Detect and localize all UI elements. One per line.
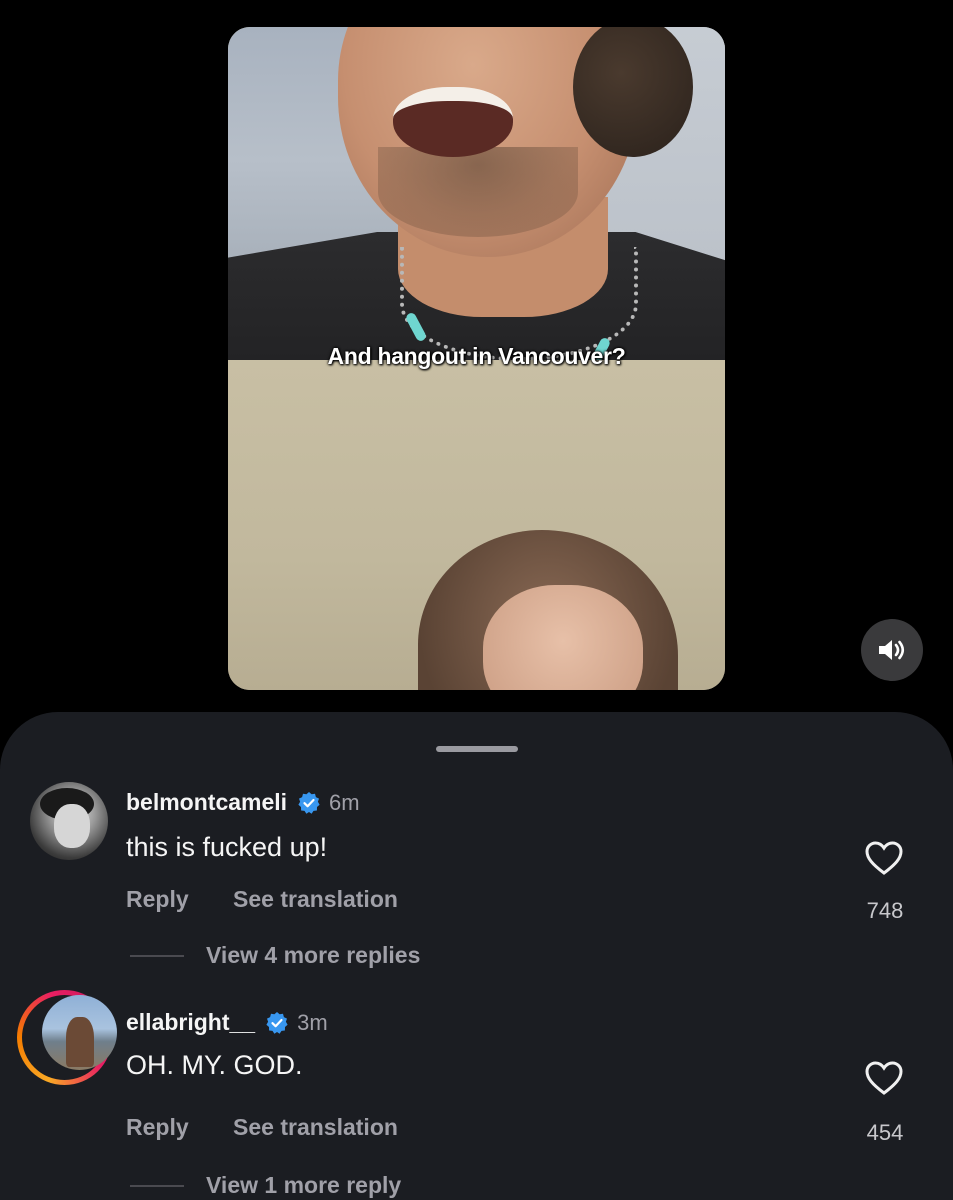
comment-username[interactable]: ellabright__: [126, 1009, 255, 1036]
comment-timestamp: 6m: [329, 789, 360, 815]
reply-button[interactable]: Reply: [126, 1114, 189, 1140]
speaker-on-icon: [879, 640, 905, 660]
comments-sheet: belmontcameli 6m this is fucked up! Repl…: [0, 712, 953, 1200]
see-translation-button[interactable]: See translation: [233, 886, 398, 912]
view-replies-button[interactable]: View 1 more reply: [130, 1172, 401, 1199]
avatar[interactable]: [30, 782, 108, 860]
verified-badge-icon: [298, 791, 320, 814]
view-replies-label: View 1 more reply: [206, 1172, 402, 1198]
replies-divider: [130, 1184, 184, 1187]
story-ring[interactable]: [17, 990, 117, 1085]
screen: And hangout in Vancouver? belmontcameli …: [0, 0, 953, 1200]
sheet-drag-handle[interactable]: [436, 746, 518, 752]
video-frame-top: [228, 27, 725, 368]
like-count: 748: [866, 898, 904, 923]
comment-username[interactable]: belmontcameli: [126, 789, 287, 816]
avatar: [42, 995, 117, 1070]
video-frame-bottom: [228, 360, 725, 690]
comment-text: OH. MY. GOD.: [126, 1050, 303, 1080]
replies-divider: [130, 954, 184, 957]
like-count: 454: [866, 1120, 904, 1145]
view-replies-button[interactable]: View 4 more replies: [130, 942, 420, 969]
video-caption: And hangout in Vancouver?: [327, 343, 626, 369]
comment-timestamp: 3m: [297, 1009, 328, 1035]
reply-button[interactable]: Reply: [126, 886, 189, 912]
volume-button[interactable]: [861, 619, 923, 681]
view-replies-label: View 4 more replies: [206, 942, 421, 968]
like-heart-icon[interactable]: [864, 1060, 904, 1096]
like-heart-icon[interactable]: [864, 840, 904, 876]
video-player[interactable]: And hangout in Vancouver?: [228, 27, 725, 690]
verified-badge-icon: [266, 1011, 288, 1034]
comment-text: this is fucked up!: [126, 832, 328, 862]
see-translation-button[interactable]: See translation: [233, 1114, 398, 1140]
